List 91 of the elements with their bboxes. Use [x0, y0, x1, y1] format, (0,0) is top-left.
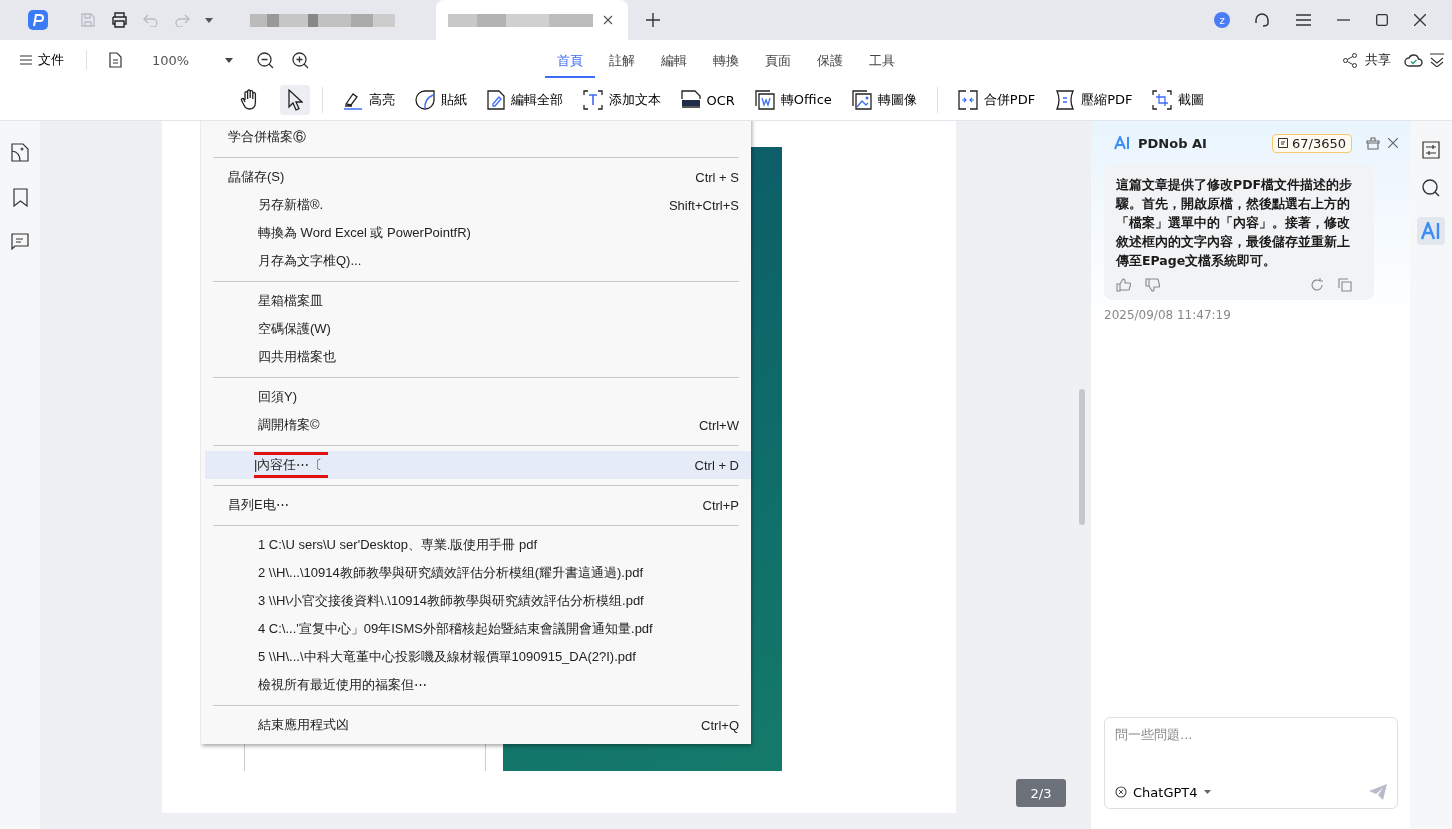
- scrollbar[interactable]: [1079, 389, 1085, 525]
- menu-item[interactable]: 另存新檔®. Shift+Ctrl+S: [201, 191, 751, 219]
- toolbar-button[interactable]: 合併PDF: [949, 90, 1044, 110]
- toolbar-button[interactable]: 壓縮PDF: [1047, 90, 1141, 110]
- headset-icon[interactable]: [1254, 12, 1270, 28]
- ai-message: 這篇文章提供了修改PDF檔文件描述的步驟。首先，開啟原檔，然後點選右上方的「檔案」選單中的「內容」。接著，修改敘述框內的文字內容，最後儲存並重新上傳至EPage文檔系統即可。: [1116, 176, 1354, 270]
- quota-badge: 67/3650: [1272, 133, 1352, 153]
- search-icon[interactable]: [1422, 179, 1440, 197]
- zoom-out-icon[interactable]: [257, 51, 275, 69]
- menu-item[interactable]: 月存為文字椎Q)...: [201, 247, 751, 275]
- app-logo-icon[interactable]: [28, 10, 48, 30]
- close-icon[interactable]: [603, 15, 613, 25]
- message-timestamp: 2025/09/08 11:47:19: [1104, 308, 1232, 322]
- menu-item[interactable]: 四共用檔案也: [201, 343, 751, 371]
- menu-item[interactable]: 4 C:\...'宣复中心」09年ISMS外部稽核起始暨結束會議開會通知量.pdf: [201, 615, 751, 643]
- thumbs-down-icon[interactable]: [1145, 278, 1160, 292]
- bookmark-icon[interactable]: [12, 188, 28, 207]
- document-icon: [1278, 138, 1288, 148]
- compress-icon: [1055, 90, 1076, 110]
- ribbon-tab[interactable]: 註解: [597, 42, 647, 78]
- dropdown-caret-icon[interactable]: [205, 17, 213, 23]
- menu-item[interactable]: 回須Y): [201, 383, 751, 411]
- toolbar-button[interactable]: 轉Office: [746, 90, 840, 110]
- settings-sliders-icon[interactable]: [1422, 141, 1440, 159]
- ai-logo-icon: [1114, 136, 1130, 150]
- ribbon-tab[interactable]: 工具: [857, 42, 907, 78]
- image-icon: [851, 90, 872, 110]
- menu-item[interactable]: 調開楕案© Ctrl+W: [201, 411, 751, 439]
- collapse-icon[interactable]: [1430, 53, 1444, 67]
- toolbar-button[interactable]: 編輯全部: [478, 90, 571, 110]
- page-view-icon[interactable]: [109, 51, 124, 69]
- caret-icon: [1203, 790, 1211, 794]
- toolbar-button[interactable]: OCR: [672, 90, 743, 110]
- toolbar-button[interactable]: 截圖: [1144, 90, 1213, 110]
- regenerate-icon[interactable]: [1310, 278, 1324, 292]
- menu-item[interactable]: 5 \\H\...\中科大竜堇中心投影嘰及線材報價單1090915_DA(2?I).pdf: [201, 643, 751, 671]
- share-icon[interactable]: [1343, 52, 1358, 68]
- merge-icon: [957, 90, 978, 110]
- menu-item[interactable]: 皛儲存(S) Ctrl + S: [201, 163, 751, 191]
- ribbon-tab[interactable]: 轉換: [701, 42, 751, 78]
- crop-icon: [1152, 90, 1173, 110]
- ai-logo-icon: [1421, 222, 1441, 240]
- ribbon-tab[interactable]: 首頁: [545, 42, 595, 78]
- close-icon[interactable]: [1388, 138, 1398, 148]
- menu-item[interactable]: 結束應用程式凶 Ctrl+Q: [201, 711, 751, 739]
- thumbnail-icon[interactable]: [11, 143, 29, 162]
- zoom-in-icon[interactable]: [292, 51, 310, 69]
- model-logo-icon: [1115, 786, 1127, 798]
- comment-icon[interactable]: [11, 233, 29, 250]
- ribbon-tab[interactable]: 保護: [805, 42, 855, 78]
- print-icon[interactable]: [111, 12, 128, 28]
- toolbar-button[interactable]: 轉圖像: [843, 90, 925, 110]
- ai-assistant-button[interactable]: [1417, 217, 1445, 245]
- text-box-icon: [582, 90, 603, 110]
- caret-icon: [225, 57, 234, 63]
- pointer-tool[interactable]: [279, 85, 310, 115]
- ai-panel-title: PDNob AI: [1138, 135, 1208, 151]
- word-document-icon: [754, 90, 775, 110]
- menu-item[interactable]: 昌列E电⋯ Ctrl+P: [201, 491, 751, 519]
- cloud-check-icon[interactable]: [1404, 53, 1423, 67]
- ribbon-tab[interactable]: 頁面: [753, 42, 803, 78]
- menu-icon: [20, 55, 32, 65]
- thumbs-up-icon[interactable]: [1116, 278, 1131, 292]
- new-tab-icon[interactable]: [646, 13, 660, 27]
- menu-item[interactable]: 学合併檔案⑥: [201, 123, 751, 151]
- cursor-arrow-icon: [286, 89, 303, 111]
- zoom-dropdown[interactable]: 100%: [142, 52, 240, 68]
- toolbar-button[interactable]: 高亮: [334, 90, 403, 110]
- model-selector[interactable]: ChatGPT4: [1115, 784, 1211, 800]
- page-counter: 2/3: [1016, 779, 1066, 807]
- menu-item[interactable]: 檢視所有最近使用的福案但⋯: [201, 671, 751, 699]
- menu-item[interactable]: 1 C:\U sers\U ser'Desktop、専業.版使用手冊 pdf: [201, 531, 751, 559]
- share-label[interactable]: 共享: [1365, 51, 1391, 69]
- menu-icon[interactable]: [1296, 14, 1311, 26]
- ribbon-tab[interactable]: 編輯: [649, 42, 699, 78]
- maximize-icon[interactable]: [1376, 14, 1388, 26]
- ocr-icon: [680, 90, 701, 110]
- menu-item[interactable]: |內容任⋯〔 Ctrl + D: [205, 451, 751, 479]
- toolbar-button[interactable]: 貼紙: [406, 90, 475, 110]
- menu-item[interactable]: 3 \\H\小官交接後資料\.\10914教師教學與研究績效評估分析模组.pdf: [201, 587, 751, 615]
- menu-item[interactable]: 轉換為 Word Excel 或 PowerPointfR): [201, 219, 751, 247]
- close-icon[interactable]: [1414, 14, 1426, 26]
- avatar[interactable]: z: [1214, 12, 1230, 28]
- menu-item[interactable]: 星箱檔案皿: [201, 287, 751, 315]
- menu-item[interactable]: 空碼保護(W): [201, 315, 751, 343]
- toolbar-button[interactable]: 添加文本: [574, 90, 669, 110]
- edit-document-icon: [486, 90, 505, 110]
- menu-item[interactable]: 2 \\H\...\10914教師教學與研究續效評估分析模组(耀升書這通過).pdf: [201, 559, 751, 587]
- sticker-icon: [414, 90, 435, 110]
- file-menu-button[interactable]: 文件: [20, 51, 64, 69]
- question-input[interactable]: 問一些問題... ChatGPT4: [1104, 717, 1398, 809]
